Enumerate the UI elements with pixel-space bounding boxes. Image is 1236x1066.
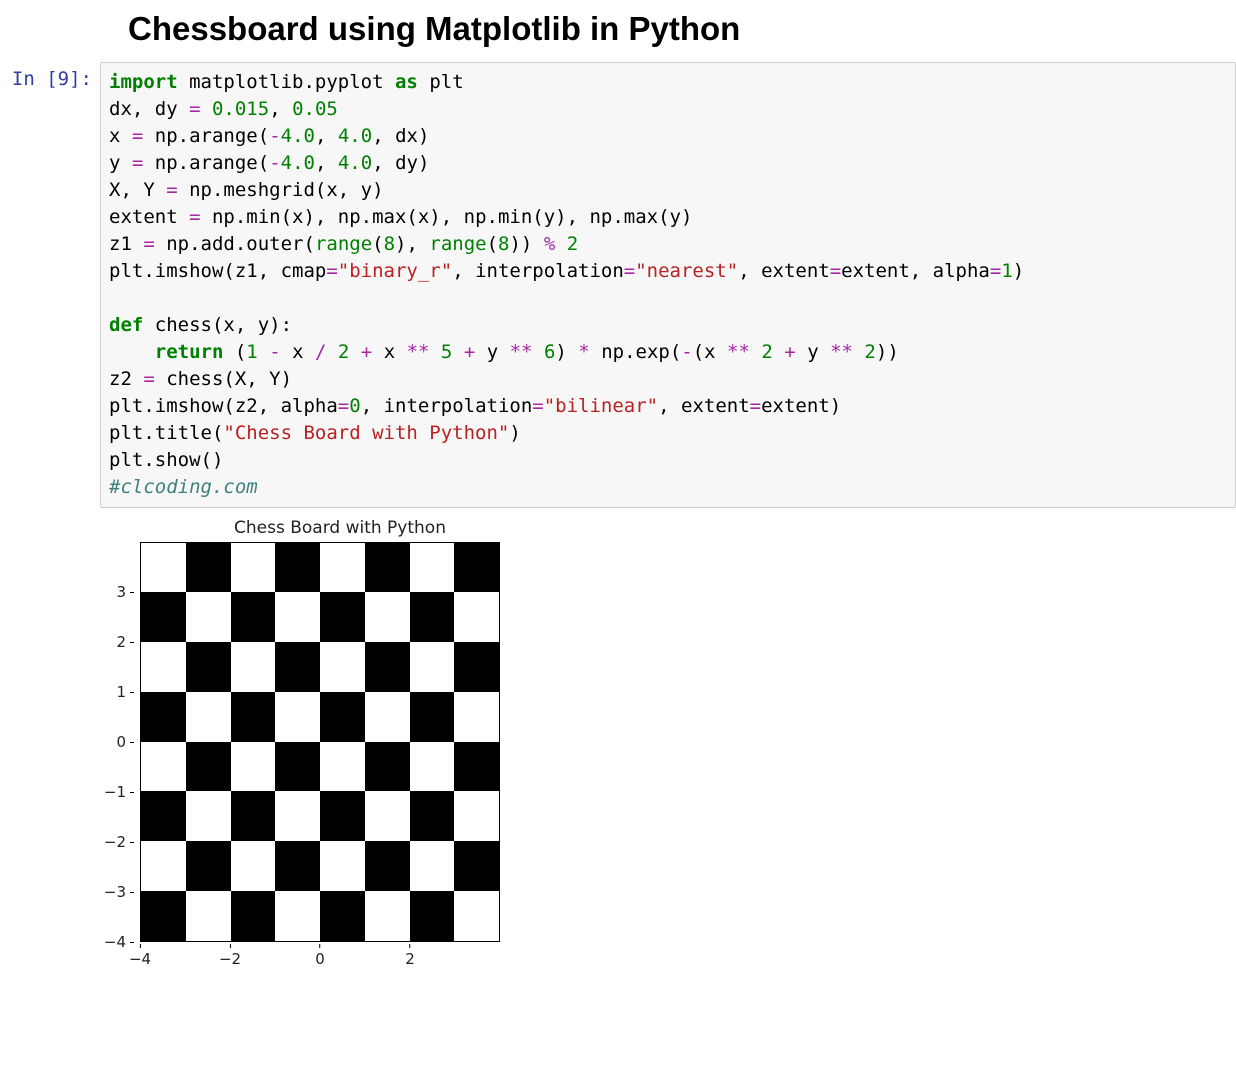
board-square — [410, 742, 455, 792]
board-square — [320, 692, 365, 742]
board-square — [275, 592, 320, 642]
chart-title: Chess Board with Python — [100, 518, 540, 542]
board-square — [365, 642, 410, 692]
board-square — [410, 592, 455, 642]
board-square — [186, 791, 231, 841]
y-tick: 3 — [116, 583, 134, 601]
board-square — [410, 692, 455, 742]
board-square — [365, 692, 410, 742]
board-square — [186, 543, 231, 593]
x-tick: 0 — [315, 944, 325, 968]
board-square — [231, 791, 276, 841]
board-square — [141, 742, 186, 792]
page-title: Chessboard using Matplotlib in Python — [128, 10, 1236, 48]
board-square — [275, 543, 320, 593]
board-square — [275, 742, 320, 792]
board-square — [231, 841, 276, 891]
board-square — [454, 692, 499, 742]
y-tick: 2 — [116, 633, 134, 651]
code-input[interactable]: import matplotlib.pyplot as plt dx, dy =… — [100, 62, 1236, 508]
board-square — [141, 891, 186, 941]
board-square — [186, 742, 231, 792]
board-square — [186, 592, 231, 642]
board-square — [320, 543, 365, 593]
y-axis: −4−3−2−10123 — [100, 542, 140, 942]
board-square — [320, 791, 365, 841]
board-square — [231, 692, 276, 742]
board-square — [141, 841, 186, 891]
board-square — [141, 592, 186, 642]
board-square — [141, 543, 186, 593]
x-tick: 2 — [405, 944, 415, 968]
board-square — [320, 592, 365, 642]
chessboard — [141, 543, 499, 941]
board-square — [320, 841, 365, 891]
board-square — [410, 841, 455, 891]
y-tick: −3 — [104, 883, 134, 901]
board-square — [454, 592, 499, 642]
y-tick: 0 — [116, 733, 134, 751]
board-square — [410, 642, 455, 692]
board-square — [365, 742, 410, 792]
board-square — [275, 841, 320, 891]
board-square — [454, 791, 499, 841]
matplotlib-figure: Chess Board with Python −4−3−2−10123 −4−… — [100, 518, 540, 968]
board-square — [231, 742, 276, 792]
board-square — [186, 692, 231, 742]
plot-area — [140, 542, 500, 942]
board-square — [365, 841, 410, 891]
board-square — [275, 692, 320, 742]
board-square — [410, 891, 455, 941]
input-prompt: In [9]: — [0, 62, 100, 90]
board-square — [410, 791, 455, 841]
board-square — [141, 692, 186, 742]
board-square — [186, 642, 231, 692]
board-square — [141, 642, 186, 692]
markdown-cell: Chessboard using Matplotlib in Python — [128, 0, 1236, 62]
x-axis: −4−202 — [140, 942, 500, 968]
board-square — [365, 543, 410, 593]
board-square — [454, 841, 499, 891]
board-square — [231, 592, 276, 642]
board-square — [320, 891, 365, 941]
board-square — [141, 791, 186, 841]
code-cell[interactable]: In [9]: import matplotlib.pyplot as plt … — [0, 62, 1236, 508]
y-tick: −1 — [104, 783, 134, 801]
x-tick: −2 — [219, 944, 241, 968]
y-tick: −2 — [104, 833, 134, 851]
board-square — [410, 543, 455, 593]
x-tick: −4 — [129, 944, 151, 968]
board-square — [186, 841, 231, 891]
board-square — [320, 642, 365, 692]
board-square — [231, 891, 276, 941]
board-square — [454, 742, 499, 792]
board-square — [275, 791, 320, 841]
board-square — [365, 791, 410, 841]
board-square — [186, 891, 231, 941]
board-square — [454, 543, 499, 593]
board-square — [231, 642, 276, 692]
board-square — [320, 742, 365, 792]
board-square — [365, 592, 410, 642]
board-square — [454, 891, 499, 941]
board-square — [454, 642, 499, 692]
board-square — [231, 543, 276, 593]
y-tick: 1 — [116, 683, 134, 701]
board-square — [365, 891, 410, 941]
board-square — [275, 891, 320, 941]
board-square — [275, 642, 320, 692]
notebook: Chessboard using Matplotlib in Python In… — [0, 0, 1236, 968]
output-cell: Chess Board with Python −4−3−2−10123 −4−… — [100, 518, 1236, 968]
